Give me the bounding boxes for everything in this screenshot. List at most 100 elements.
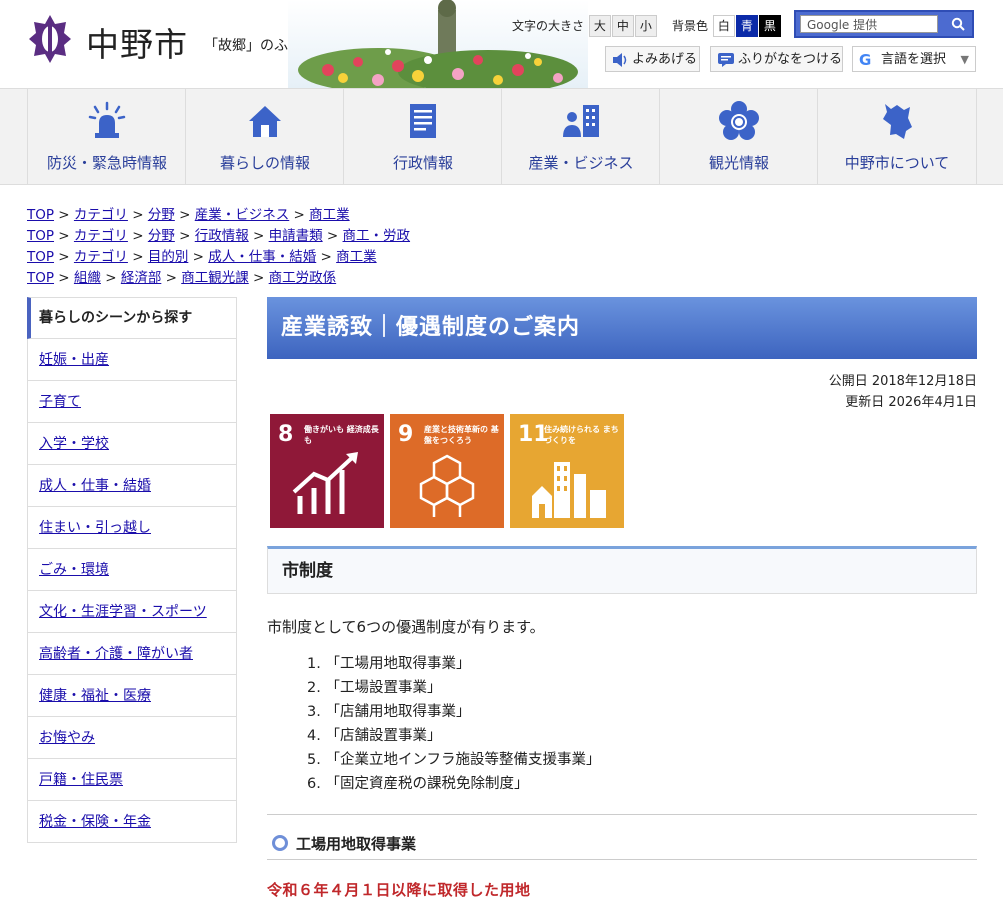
- sidebar-link[interactable]: 妊娠・出産: [39, 352, 109, 368]
- main-content: 産業誘致｜優遇制度のご案内 公開日 2018年12月18日 更新日 2026年4…: [267, 297, 977, 899]
- sidebar-link[interactable]: 入学・学校: [39, 436, 109, 452]
- sidebar-link[interactable]: 子育て: [39, 394, 81, 410]
- breadcrumb-link[interactable]: 行政情報: [195, 228, 249, 244]
- siren-icon: [88, 101, 126, 138]
- gnav-item-disaster[interactable]: 防災・緊急時情報: [27, 89, 186, 184]
- breadcrumb-link[interactable]: カテゴリ: [74, 249, 128, 265]
- breadcrumb-link[interactable]: 申請書類: [269, 228, 323, 244]
- sidebar-link[interactable]: ごみ・環境: [39, 562, 109, 578]
- search-button[interactable]: [947, 14, 969, 34]
- font-size-medium-button[interactable]: 中: [611, 15, 634, 37]
- breadcrumb-link[interactable]: TOP: [27, 249, 54, 265]
- sidebar-item: 戸籍・住民票: [27, 759, 237, 801]
- breadcrumb-link[interactable]: 目的別: [148, 249, 189, 265]
- sdg-text: 住み続けられる まちづくりを: [544, 425, 619, 445]
- page-dates: 公開日 2018年12月18日 更新日 2026年4月1日: [267, 371, 977, 413]
- breadcrumb-link[interactable]: TOP: [27, 228, 54, 244]
- intro-text: 市制度として6つの優遇制度が有ります。: [267, 618, 545, 636]
- city-buildings-icon: [532, 462, 606, 518]
- global-nav: 防災・緊急時情報 暮らしの情報 行政情報 産業・ビジネス 観光情報 中野市につい…: [0, 88, 1003, 185]
- divider: [267, 814, 977, 815]
- sidebar-link[interactable]: 成人・仕事・結婚: [39, 478, 151, 494]
- furigana-label: ふりがなをつける: [738, 52, 843, 67]
- site-logo-text[interactable]: 中野市: [86, 18, 188, 66]
- furigana-button[interactable]: ふりがなをつける: [710, 46, 843, 72]
- breadcrumb-link[interactable]: 商工・労政: [343, 228, 411, 244]
- bg-black-button[interactable]: 黒: [758, 15, 781, 37]
- sidebar-link[interactable]: 文化・生涯学習・スポーツ: [39, 604, 207, 620]
- speaker-icon: [613, 53, 627, 67]
- gnav-item-admin[interactable]: 行政情報: [343, 89, 502, 184]
- sdg-8-badge: 8 働きがいも 経済成長も: [270, 414, 384, 528]
- sidebar-item: 税金・保険・年金: [27, 801, 237, 843]
- sidebar-link[interactable]: 健康・福祉・医療: [39, 688, 151, 704]
- list-item: 5. 「企業立地インフラ施設等整備支援事業」: [307, 752, 601, 768]
- gnav-label: 中野市について: [844, 154, 950, 172]
- notice-heading: 令和６年４月１日以降に取得した用地: [267, 881, 531, 899]
- cubes-icon: [419, 454, 475, 517]
- bg-white-button[interactable]: 白: [712, 15, 735, 37]
- font-size-label: 文字の大きさ: [512, 19, 585, 33]
- breadcrumb: TOP > カテゴリ > 分野 > 産業・ビジネス > 商工業: [27, 207, 350, 223]
- city-emblem-icon[interactable]: [28, 14, 72, 64]
- gnav-item-business[interactable]: 産業・ビジネス: [501, 89, 660, 184]
- gnav-item-life[interactable]: 暮らしの情報: [185, 89, 344, 184]
- list-item: 2. 「工場設置事業」: [307, 680, 442, 696]
- language-select[interactable]: G 言語を選択 ▼: [852, 46, 976, 72]
- sidebar-link[interactable]: 住まい・引っ越し: [39, 520, 151, 536]
- list-item: 3. 「店舗用地取得事業」: [307, 704, 471, 720]
- breadcrumb: TOP > 組織 > 経済部 > 商工観光課 > 商工労政係: [27, 270, 337, 286]
- sidebar-item: 妊娠・出産: [27, 339, 237, 381]
- business-icon: [563, 105, 599, 137]
- incentive-list: 1. 「工場用地取得事業」 2. 「工場設置事業」 3. 「店舗用地取得事業」 …: [307, 652, 601, 796]
- sidebar-item: お悔やみ: [27, 717, 237, 759]
- sidebar-link[interactable]: 税金・保険・年金: [39, 814, 151, 830]
- sidebar-link[interactable]: お悔やみ: [39, 730, 95, 746]
- sidebar-item: 入学・学校: [27, 423, 237, 465]
- sdg-text: 働きがいも 経済成長も: [304, 425, 379, 445]
- updated-date: 更新日 2026年4月1日: [845, 395, 977, 410]
- bg-blue-button[interactable]: 青: [735, 15, 758, 37]
- list-item-text: 「店舗用地取得事業」: [325, 704, 471, 720]
- sidebar: 暮らしのシーンから探す 妊娠・出産 子育て 入学・学校 成人・仕事・結婚 住まい…: [27, 297, 237, 843]
- breadcrumb-link[interactable]: 経済部: [121, 270, 162, 286]
- font-size-small-button[interactable]: 小: [634, 15, 657, 37]
- breadcrumb-link[interactable]: 産業・ビジネス: [195, 207, 290, 223]
- read-aloud-button[interactable]: よみあげる: [605, 46, 700, 72]
- breadcrumb-link[interactable]: 商工業: [336, 249, 377, 265]
- bg-color-label: 背景色: [672, 19, 709, 33]
- breadcrumb-link[interactable]: 商工業: [309, 207, 350, 223]
- list-item: 4. 「店舗設置事業」: [307, 728, 442, 744]
- gnav-item-about[interactable]: 中野市について: [817, 89, 977, 184]
- breadcrumb-link[interactable]: 分野: [148, 207, 175, 223]
- gnav-item-tourism[interactable]: 観光情報: [659, 89, 818, 184]
- search-input[interactable]: Google 提供: [800, 15, 938, 33]
- breadcrumb-link[interactable]: TOP: [27, 207, 54, 223]
- subsection-heading: 工場用地取得事業: [267, 831, 977, 860]
- breadcrumb-link[interactable]: 組織: [74, 270, 101, 286]
- breadcrumb-link[interactable]: 分野: [148, 228, 175, 244]
- list-item: 1. 「工場用地取得事業」: [307, 656, 471, 672]
- google-g-icon: G: [859, 51, 872, 69]
- page-title: 産業誘致｜優遇制度のご案内: [267, 297, 977, 359]
- sidebar-link[interactable]: 高齢者・介護・障がい者: [39, 646, 193, 662]
- sidebar-link[interactable]: 戸籍・住民票: [39, 772, 123, 788]
- gnav-label: 防災・緊急時情報: [46, 154, 167, 172]
- breadcrumb-link[interactable]: カテゴリ: [74, 228, 128, 244]
- header-flower-image: [288, 0, 588, 88]
- search-icon: [951, 17, 965, 31]
- section-heading: 市制度: [267, 546, 977, 594]
- gnav-label: 行政情報: [392, 154, 453, 172]
- breadcrumb-link[interactable]: 商工労政係: [269, 270, 337, 286]
- house-icon: [249, 106, 281, 137]
- document-icon: [410, 104, 436, 138]
- breadcrumb-link[interactable]: カテゴリ: [74, 207, 128, 223]
- breadcrumb-link[interactable]: 成人・仕事・結婚: [208, 249, 316, 265]
- font-size-large-button[interactable]: 大: [588, 15, 611, 37]
- sidebar-item: 成人・仕事・結婚: [27, 465, 237, 507]
- breadcrumb-link[interactable]: 商工観光課: [181, 270, 249, 286]
- circle-bullet-icon: [272, 834, 288, 851]
- map-icon: [883, 104, 912, 139]
- breadcrumb: TOP > カテゴリ > 目的別 > 成人・仕事・結婚 > 商工業: [27, 249, 377, 265]
- breadcrumb-link[interactable]: TOP: [27, 270, 54, 286]
